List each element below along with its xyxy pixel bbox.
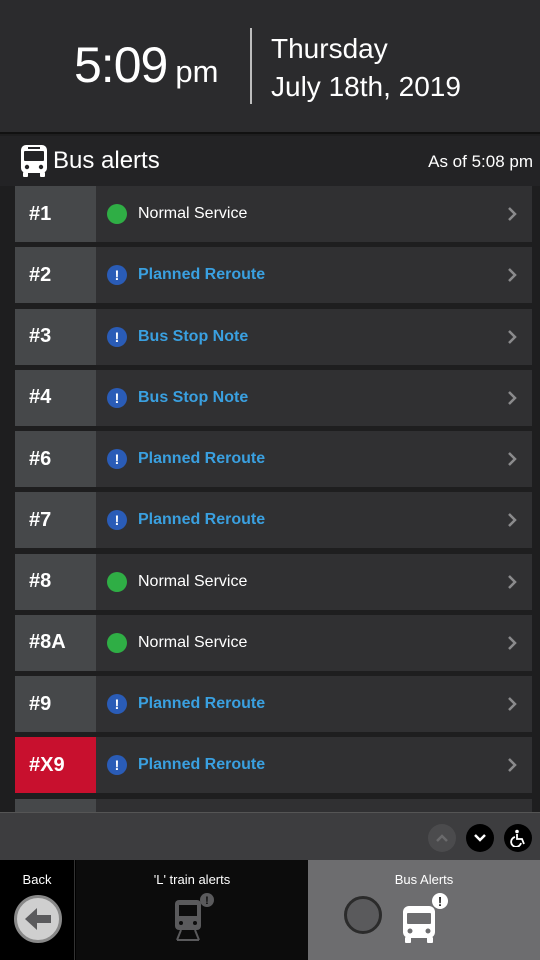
- route-row[interactable]: #1 Normal Service: [15, 186, 532, 242]
- tab-train-label: 'L' train alerts: [153, 872, 231, 887]
- chevron-right-icon: [508, 452, 517, 466]
- clock-time: 5:09: [74, 37, 168, 93]
- wheelchair-icon: [510, 829, 525, 847]
- route-row[interactable]: #7! Planned Reroute: [15, 492, 532, 549]
- back-label: Back: [22, 872, 52, 887]
- route-row[interactable]: #8A Normal Service: [15, 614, 532, 671]
- route-status: Normal Service: [96, 186, 532, 242]
- route-number: #8A: [15, 614, 96, 671]
- chevron-right-icon: [508, 513, 517, 528]
- route-status: ! Bus Stop Note: [96, 308, 532, 365]
- scroll-down-button[interactable]: [466, 824, 494, 852]
- chevron-right-icon: [508, 758, 517, 773]
- svg-text:!: !: [438, 894, 442, 909]
- route-row[interactable]: #2! Planned Reroute: [15, 247, 532, 304]
- route-status: ! Planned Reroute: [96, 247, 532, 304]
- selected-ring-icon: [344, 896, 382, 934]
- clock: 5:09 pm: [74, 36, 218, 96]
- clock-ampm: pm: [175, 54, 219, 89]
- date: July 18th, 2019: [271, 71, 461, 102]
- tab-bus-label: Bus Alerts: [394, 872, 454, 887]
- status-text: Planned Reroute: [138, 695, 266, 712]
- route-number: #4: [15, 369, 96, 426]
- weekday: Thursday: [271, 33, 388, 64]
- status-text: Normal Service: [138, 205, 248, 222]
- status-text: Normal Service: [138, 633, 248, 651]
- bus-alert-icon: !: [403, 893, 448, 943]
- alert-icon: !: [107, 694, 127, 714]
- back-arrow-icon: [14, 895, 62, 943]
- chevron-right-icon: [508, 329, 517, 344]
- route-status: ! Planned Reroute: [96, 676, 532, 732]
- date-block: Thursday July 18th, 2019: [271, 30, 461, 106]
- route-status: Normal Service: [96, 553, 532, 610]
- status-text: Normal Service: [138, 572, 248, 590]
- bottom-nav: Back 'L' train alerts ! Bus Alerts !: [0, 860, 540, 960]
- normal-service-icon: [107, 571, 127, 592]
- alert-icon: !: [107, 326, 127, 347]
- header: 5:09 pm Thursday July 18th, 2019: [0, 0, 540, 134]
- bus-icon: [21, 145, 47, 177]
- alert-icon: !: [107, 510, 127, 531]
- route-number: #X9: [15, 737, 96, 794]
- svg-text:!: !: [205, 895, 209, 907]
- normal-service-icon: [107, 204, 127, 224]
- route-number: #6: [15, 431, 96, 487]
- route-status: ! Planned Reroute: [96, 492, 532, 549]
- status-text: Bus Stop Note: [138, 327, 249, 345]
- alerts-title: Bus alerts: [53, 147, 160, 174]
- tab-bus-alerts[interactable]: Bus Alerts !: [308, 860, 540, 960]
- alert-icon: !: [107, 265, 127, 286]
- route-list[interactable]: #1 Normal Service #2! Planned Reroute #3! Bus…: [0, 186, 540, 812]
- control-bar: [0, 812, 540, 860]
- route-status: [96, 798, 532, 812]
- route-row[interactable]: #6! Planned Reroute: [15, 431, 532, 487]
- status-text: Planned Reroute: [138, 266, 266, 284]
- chevron-right-icon: [508, 635, 517, 650]
- route-number: #8: [15, 553, 96, 610]
- alerts-title-bar: Bus alerts As of 5:08 pm: [0, 136, 540, 186]
- status-text: Planned Reroute: [138, 511, 266, 529]
- chevron-right-icon: [508, 390, 517, 405]
- route-number: #7: [15, 492, 96, 549]
- header-divider: [250, 28, 252, 104]
- route-number: #2: [15, 247, 96, 304]
- chevron-right-icon: [508, 207, 517, 221]
- route-number: #3: [15, 308, 96, 365]
- route-row-partial[interactable]: [15, 798, 532, 812]
- route-status: Normal Service: [96, 614, 532, 671]
- normal-service-icon: [107, 632, 127, 653]
- route-row[interactable]: #8 Normal Service: [15, 553, 532, 610]
- alert-icon: !: [107, 755, 127, 776]
- status-text: Bus Stop Note: [138, 388, 249, 406]
- alert-icon: !: [107, 449, 127, 469]
- status-text: Planned Reroute: [138, 756, 266, 774]
- chevron-right-icon: [508, 268, 517, 283]
- chevron-right-icon: [508, 574, 517, 589]
- chevron-right-icon: [508, 697, 517, 711]
- route-number: #1: [15, 186, 96, 242]
- route-status: ! Bus Stop Note: [96, 369, 532, 426]
- as-of-timestamp: As of 5:08 pm: [428, 152, 533, 171]
- tab-train-alerts[interactable]: 'L' train alerts !: [76, 860, 308, 960]
- scroll-up-button[interactable]: [428, 824, 456, 852]
- route-number: [15, 798, 96, 812]
- chevron-down-icon: [474, 834, 486, 842]
- accessibility-button[interactable]: [504, 824, 532, 852]
- route-row[interactable]: #X9! Planned Reroute: [15, 737, 532, 794]
- route-number: #9: [15, 676, 96, 732]
- route-status: ! Planned Reroute: [96, 431, 532, 487]
- route-row[interactable]: #9! Planned Reroute: [15, 676, 532, 732]
- chevron-up-icon: [436, 834, 448, 842]
- train-alert-icon: !: [175, 893, 214, 941]
- status-text: Planned Reroute: [138, 450, 266, 467]
- route-row[interactable]: #3! Bus Stop Note: [15, 308, 532, 365]
- route-row[interactable]: #4! Bus Stop Note: [15, 369, 532, 426]
- route-status: ! Planned Reroute: [96, 737, 532, 794]
- back-button[interactable]: Back: [0, 860, 75, 960]
- alert-icon: !: [107, 387, 127, 408]
